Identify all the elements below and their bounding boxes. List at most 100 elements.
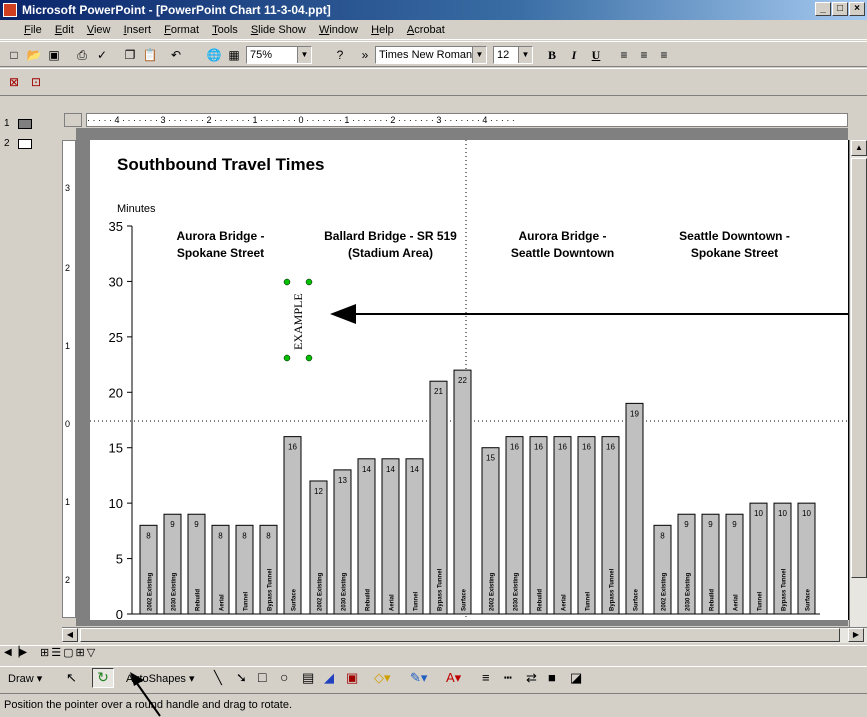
powerpoint-app-icon[interactable]: [3, 3, 17, 17]
resize-handle[interactable]: [305, 278, 313, 286]
resize-handle[interactable]: [283, 354, 291, 362]
zoom-combo[interactable]: 75% ▼: [246, 46, 312, 64]
menu-file[interactable]: File: [0, 20, 47, 40]
fill-color-icon[interactable]: ◇▾: [374, 670, 391, 686]
insert-hyperlink-icon[interactable]: 🌐: [204, 46, 224, 64]
align-right-icon[interactable]: ≡: [654, 46, 674, 64]
arrow-style-icon[interactable]: ⇄: [526, 670, 537, 686]
scroll-up-icon[interactable]: ▲: [851, 140, 867, 156]
bar-category-label: Rebuild: [196, 589, 202, 611]
horizontal-ruler: · · · · · 4 · · · · · · · 3 · · · · · · …: [86, 113, 848, 127]
chart-title: Southbound Travel Times: [117, 155, 325, 174]
bar-category-label: 2002 Existing: [490, 572, 496, 611]
help-icon[interactable]: ?: [330, 46, 350, 64]
scroll-thumb[interactable]: [851, 158, 867, 578]
free-rotate-icon[interactable]: ↻: [92, 668, 114, 688]
maximize-button[interactable]: □: [832, 2, 848, 16]
view-buttons[interactable]: ⊞☰▢⊞▽: [40, 646, 97, 659]
convert-and-email-pdf-icon[interactable]: ⊡: [26, 73, 46, 91]
prev-pane-icon[interactable]: ◀▕▶: [4, 647, 27, 658]
title-bar: Microsoft PowerPoint - [PowerPoint Chart…: [0, 0, 867, 20]
scroll-thumb[interactable]: [80, 628, 840, 642]
text-box-icon[interactable]: ▤: [302, 670, 314, 686]
bar-value-label: 19: [630, 409, 639, 418]
dash-style-icon[interactable]: ┅: [504, 670, 512, 686]
copy-icon[interactable]: ❐: [120, 46, 140, 64]
line-icon[interactable]: ╲: [214, 670, 222, 686]
chevron-down-icon[interactable]: ▼: [518, 47, 532, 63]
menu-window[interactable]: Window: [314, 20, 363, 40]
bar-category-label: 2030 Existing: [342, 572, 348, 611]
y-tick-label: 20: [109, 385, 123, 400]
menu-slide-show[interactable]: Slide Show: [246, 20, 311, 40]
menu-help[interactable]: Help: [366, 20, 399, 40]
bar-value-label: 12: [314, 487, 323, 496]
bar-value-label: 9: [194, 520, 199, 529]
bar-value-label: 9: [732, 520, 737, 529]
line-color-icon[interactable]: ✎▾: [410, 670, 427, 686]
close-button[interactable]: ×: [849, 2, 865, 16]
arrow-icon[interactable]: ➘: [236, 670, 247, 686]
minimize-button[interactable]: _: [815, 2, 831, 16]
menu-edit[interactable]: Edit: [50, 20, 79, 40]
convert-to-pdf-icon[interactable]: ⊠: [4, 73, 24, 91]
vertical-scrollbar[interactable]: ▲: [849, 140, 867, 630]
oval-icon[interactable]: ○: [280, 669, 288, 685]
chevron-down-icon[interactable]: ▼: [472, 47, 486, 63]
open-icon[interactable]: 📂: [24, 46, 44, 64]
slide[interactable]: Southbound Travel Times Minutes 0 5 10 15 20…: [90, 140, 850, 622]
draw-menu-button[interactable]: Draw ▾: [8, 672, 42, 685]
paste-icon[interactable]: 📋: [140, 46, 160, 64]
slide-number: 2: [4, 138, 10, 149]
horizontal-scrollbar[interactable]: ◀ ▶: [62, 627, 867, 643]
bar-category-label: 2030 Existing: [514, 572, 520, 611]
rectangle-icon[interactable]: □: [258, 669, 266, 685]
clip-art-icon[interactable]: ▣: [346, 670, 358, 686]
font-size-combo[interactable]: 12 ▼: [493, 46, 533, 64]
slide-thumbnail-1[interactable]: 1: [4, 118, 32, 129]
bar-category-label: Aerial: [562, 594, 568, 611]
group-label: Aurora Bridge -: [176, 229, 264, 243]
font-size-value: 12: [497, 49, 510, 61]
bar-category-label: 2030 Existing: [172, 572, 178, 611]
chevron-down-icon[interactable]: ▼: [297, 47, 311, 63]
shadow-icon[interactable]: ■: [548, 670, 556, 685]
menu-view[interactable]: View: [82, 20, 116, 40]
resize-handle[interactable]: [283, 278, 291, 286]
line-style-icon[interactable]: ≡: [482, 670, 490, 685]
menu-tools[interactable]: Tools: [207, 20, 243, 40]
print-icon[interactable]: ⎙: [72, 46, 92, 64]
align-center-icon[interactable]: ≡: [634, 46, 654, 64]
example-textbox[interactable]: EXAMPLE: [283, 278, 313, 362]
menu-format[interactable]: Format: [159, 20, 204, 40]
font-name-combo[interactable]: Times New Roman ▼: [375, 46, 487, 64]
slide-thumbnail-2[interactable]: 2: [4, 138, 32, 149]
menu-insert[interactable]: Insert: [119, 20, 157, 40]
bar-category-label: Tunnel: [586, 591, 592, 611]
save-icon[interactable]: ▣: [44, 46, 64, 64]
bar-category-label: Surface: [806, 588, 812, 611]
y-tick-label: 35: [109, 219, 123, 234]
3d-icon[interactable]: ◪: [570, 670, 582, 686]
underline-button[interactable]: U: [586, 46, 606, 64]
italic-button[interactable]: I: [564, 46, 584, 64]
bar-category-label: Aerial: [734, 594, 740, 611]
wordart-icon[interactable]: ◢: [324, 670, 334, 686]
spelling-icon[interactable]: ✓: [92, 46, 112, 64]
vertical-ruler: 3 2 1 0 1 2: [62, 140, 76, 618]
align-left-icon[interactable]: ≡: [614, 46, 634, 64]
scroll-right-icon[interactable]: ▶: [848, 628, 864, 642]
acrobat-toolbar: ⊠ ⊡: [0, 68, 867, 96]
menu-bar: File Edit View Insert Format Tools Slide…: [0, 20, 867, 40]
bar-value-label: 8: [660, 531, 665, 540]
scroll-left-icon[interactable]: ◀: [62, 628, 78, 642]
bold-button[interactable]: B: [542, 46, 562, 64]
undo-icon[interactable]: ↶: [166, 46, 186, 64]
more-buttons-icon[interactable]: »: [355, 46, 375, 64]
menu-acrobat[interactable]: Acrobat: [402, 20, 450, 40]
select-objects-icon[interactable]: ↖: [66, 670, 77, 686]
resize-handle[interactable]: [305, 354, 313, 362]
font-color-icon[interactable]: A▾: [446, 670, 461, 686]
new-icon[interactable]: □: [4, 46, 24, 64]
insert-table-icon[interactable]: ▦: [224, 46, 244, 64]
